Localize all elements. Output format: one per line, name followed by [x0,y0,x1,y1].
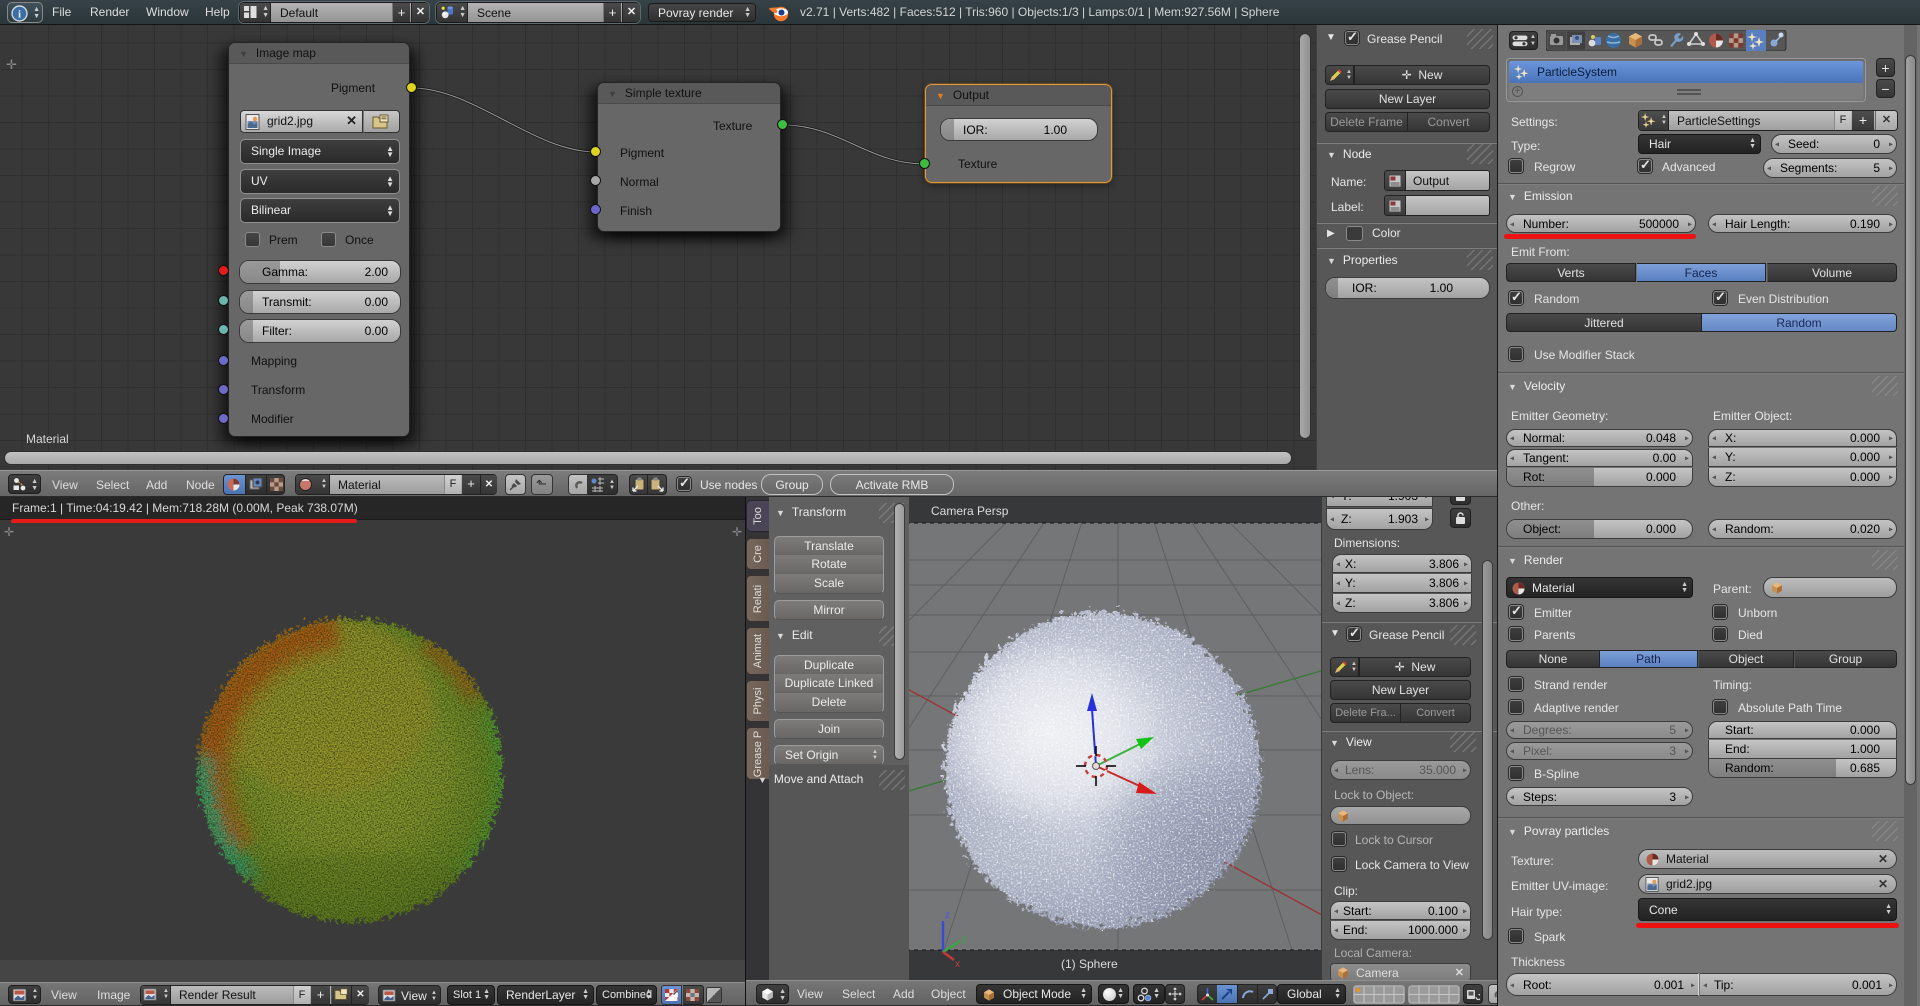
svg-text:y: y [962,934,967,945]
svg-text:x: x [955,959,960,970]
svg-text:z: z [945,910,950,921]
svg-text:Camera Persp: Camera Persp [931,504,1009,518]
svg-text:i: i [18,9,21,21]
svg-text:(1) Sphere: (1) Sphere [1061,957,1118,971]
